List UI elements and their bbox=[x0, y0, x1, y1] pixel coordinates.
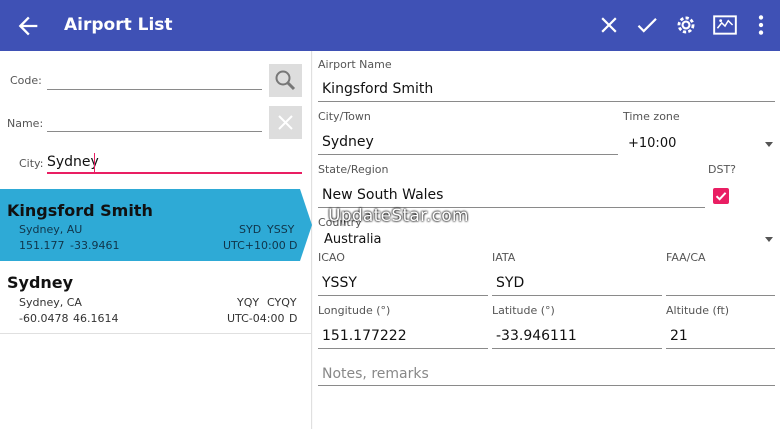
name-label: Name: bbox=[7, 117, 44, 130]
airport-name: Sydney bbox=[7, 273, 74, 292]
airport-name: Kingsford Smith bbox=[7, 201, 153, 220]
check-icon[interactable] bbox=[634, 12, 660, 38]
city-label: City: bbox=[19, 157, 44, 170]
country-select[interactable]: Australia bbox=[324, 232, 382, 247]
timezone-label: Time zone bbox=[623, 110, 680, 123]
latitude-field[interactable]: -33.946111 bbox=[496, 328, 577, 344]
more-vert-icon[interactable] bbox=[748, 12, 774, 38]
dst-checkbox[interactable] bbox=[713, 188, 729, 204]
faa-underline bbox=[666, 295, 775, 296]
gear-icon[interactable] bbox=[673, 12, 699, 38]
airport-tz: UTC-04:00 bbox=[227, 312, 285, 325]
city-town-underline bbox=[318, 154, 618, 155]
airport-lat: 46.1614 bbox=[73, 312, 119, 325]
altitude-field[interactable]: 21 bbox=[670, 328, 688, 344]
faa-label: FAA/CA bbox=[666, 251, 706, 264]
notes-field[interactable]: Notes, remarks bbox=[322, 366, 429, 382]
iata-label: IATA bbox=[492, 251, 516, 264]
clear-button[interactable] bbox=[269, 106, 302, 139]
timezone-select[interactable]: +10:00 bbox=[628, 136, 676, 151]
name-field-underline bbox=[47, 131, 262, 132]
map-icon[interactable] bbox=[712, 12, 738, 38]
airport-dst: D bbox=[289, 239, 298, 252]
airport-dst: D bbox=[289, 312, 298, 325]
code-label: Code: bbox=[10, 74, 42, 87]
chevron-down-icon bbox=[765, 237, 773, 242]
icao-field[interactable]: YSSY bbox=[322, 275, 357, 291]
arrow-left-icon[interactable] bbox=[14, 12, 42, 40]
longitude-field[interactable]: 151.177222 bbox=[322, 328, 407, 344]
icao-label: ICAO bbox=[318, 251, 345, 264]
selection-pointer bbox=[300, 189, 312, 261]
airport-name-label: Airport Name bbox=[318, 58, 392, 71]
app-bar: Airport List bbox=[0, 0, 780, 51]
latitude-underline bbox=[492, 348, 662, 349]
airport-lon: -60.0478 bbox=[19, 312, 69, 325]
chevron-down-icon bbox=[765, 142, 773, 147]
iata-field[interactable]: SYD bbox=[496, 275, 524, 291]
airport-icao: CYQY bbox=[267, 296, 297, 309]
city-town-label: City/Town bbox=[318, 110, 371, 123]
altitude-underline bbox=[666, 348, 775, 349]
airport-icao: YSSY bbox=[267, 223, 295, 236]
search-button[interactable] bbox=[269, 64, 302, 97]
code-field-underline bbox=[47, 89, 262, 90]
state-field[interactable]: New South Wales bbox=[322, 187, 443, 203]
icao-underline bbox=[318, 295, 488, 296]
list-item[interactable]: Kingsford Smith Sydney, AU SYD YSSY 151.… bbox=[0, 189, 300, 261]
city-town-field[interactable]: Sydney bbox=[322, 134, 374, 150]
city-field-underline bbox=[47, 172, 302, 174]
iata-underline bbox=[492, 295, 662, 296]
list-item[interactable]: Sydney Sydney, CA YQY CYQY -60.0478 46.1… bbox=[0, 261, 300, 333]
airport-name-field[interactable]: Kingsford Smith bbox=[322, 81, 433, 97]
airport-iata: YQY bbox=[237, 296, 260, 309]
check-icon bbox=[715, 192, 727, 201]
list-divider bbox=[0, 333, 312, 334]
longitude-label: Longitude (°) bbox=[318, 304, 391, 317]
close-icon[interactable] bbox=[596, 12, 622, 38]
city-field[interactable]: Sydney bbox=[47, 154, 99, 170]
state-label: State/Region bbox=[318, 163, 389, 176]
clear-icon bbox=[278, 115, 293, 130]
latitude-label: Latitude (°) bbox=[492, 304, 555, 317]
airport-location: Sydney, AU bbox=[19, 223, 83, 236]
search-icon bbox=[275, 70, 296, 91]
airport-iata: SYD bbox=[239, 223, 262, 236]
longitude-underline bbox=[318, 348, 488, 349]
notes-underline bbox=[318, 385, 775, 386]
dst-label: DST? bbox=[708, 163, 737, 176]
airport-lon: 151.177 bbox=[19, 239, 65, 252]
airport-tz: UTC+10:00 bbox=[223, 239, 286, 252]
airport-location: Sydney, CA bbox=[19, 296, 82, 309]
page-title: Airport List bbox=[64, 15, 173, 35]
altitude-label: Altitude (ft) bbox=[666, 304, 730, 317]
airport-lat: -33.9461 bbox=[70, 239, 120, 252]
watermark: UpdateStar.com bbox=[328, 206, 469, 226]
airport-name-underline bbox=[318, 101, 775, 102]
text-cursor bbox=[94, 153, 95, 172]
